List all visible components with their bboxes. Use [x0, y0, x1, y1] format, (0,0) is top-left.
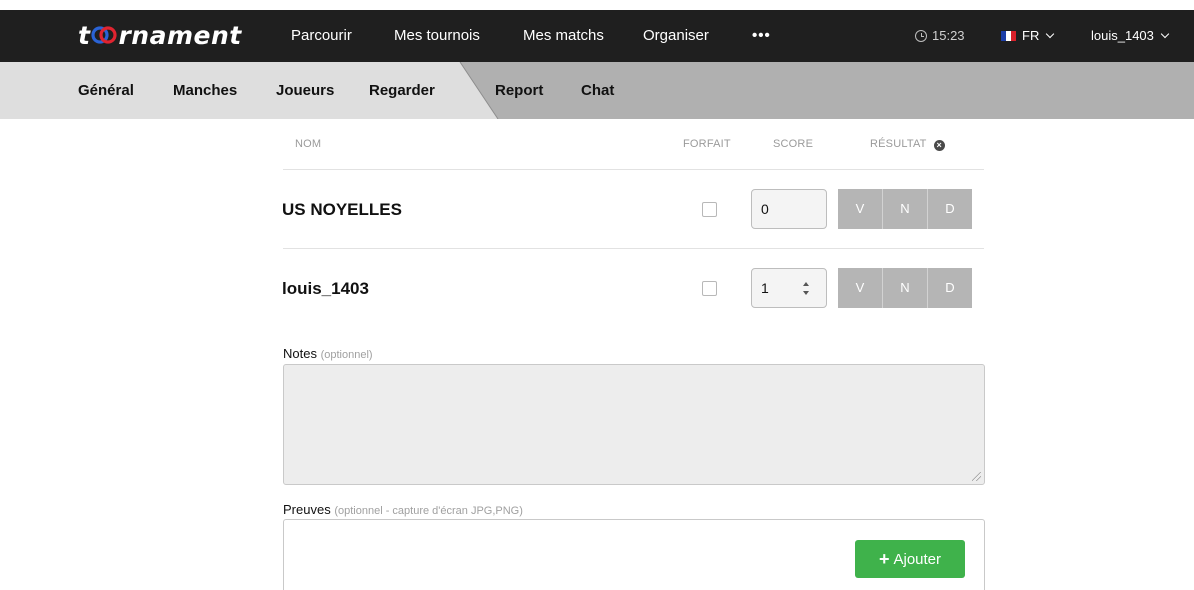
add-proof-label: Ajouter — [893, 551, 942, 568]
result-loss-button[interactable]: D — [927, 268, 972, 308]
tab-regarder[interactable]: Regarder — [369, 62, 435, 119]
nav-parcourir[interactable]: Parcourir — [291, 10, 352, 62]
resize-grip-icon[interactable] — [972, 472, 981, 481]
result-buttons: V N D — [838, 189, 972, 229]
user-name: louis_1403 — [1091, 28, 1154, 43]
language-code: FR — [1022, 28, 1040, 43]
tab-report[interactable]: Report — [495, 62, 543, 119]
tournament-logo[interactable]: t rnament — [78, 20, 242, 50]
france-flag-icon — [1001, 31, 1016, 41]
proofs-label: Preuves (optionnel - capture d'écran JPG… — [283, 502, 523, 517]
result-draw-button[interactable]: N — [882, 189, 927, 229]
team-name: US NOYELLES — [282, 200, 402, 219]
notes-label: Notes (optionnel) — [283, 346, 373, 361]
clock: 15:23 — [915, 10, 965, 62]
row-divider — [283, 248, 984, 249]
clear-result-icon[interactable]: × — [933, 140, 945, 151]
logo-suffix: rnament — [118, 20, 242, 50]
notes-label-text: Notes — [283, 346, 317, 361]
score-value: 1 — [761, 280, 769, 296]
plus-icon: + — [878, 549, 890, 569]
chevron-down-icon — [1046, 29, 1055, 39]
language-selector[interactable]: FR — [1001, 10, 1055, 62]
forfeit-checkbox[interactable] — [702, 202, 717, 217]
score-stepper-icon[interactable] — [802, 281, 810, 297]
column-header-name: NOM — [295, 138, 322, 150]
more-menu-button[interactable]: ••• — [752, 10, 771, 62]
clock-icon — [915, 30, 927, 42]
result-win-button[interactable]: V — [838, 189, 882, 229]
match-tabs-bar: Général Manches Joueurs Regarder Report … — [0, 62, 1194, 119]
notes-textarea[interactable] — [283, 364, 985, 485]
score-input[interactable]: 1 — [751, 268, 827, 308]
clock-time: 15:23 — [932, 28, 965, 43]
logo-prefix: t — [78, 20, 91, 50]
tab-joueurs[interactable]: Joueurs — [276, 62, 334, 119]
user-menu[interactable]: louis_1403 — [1091, 10, 1170, 62]
tab-chat[interactable]: Chat — [581, 62, 614, 119]
add-proof-button[interactable]: + Ajouter — [855, 540, 965, 578]
team-name: louis_1403 — [282, 279, 369, 298]
nav-mes-matchs[interactable]: Mes matchs — [523, 10, 604, 62]
logo-rings-icon — [91, 26, 118, 44]
notes-optional-hint: (optionnel) — [320, 349, 373, 361]
column-header-result: RÉSULTAT × — [870, 138, 945, 151]
top-navbar: t rnament Parcourir Mes tournois Mes mat… — [0, 10, 1194, 62]
column-header-result-label: RÉSULTAT — [870, 138, 927, 150]
column-header-score: SCORE — [773, 138, 814, 150]
chevron-down-icon — [1160, 29, 1170, 39]
tab-manches[interactable]: Manches — [173, 62, 237, 119]
tab-general[interactable]: Général — [78, 62, 134, 119]
proofs-label-text: Preuves — [283, 502, 331, 517]
score-input[interactable]: 0 — [751, 189, 827, 229]
result-loss-button[interactable]: D — [927, 189, 972, 229]
forfeit-checkbox[interactable] — [702, 281, 717, 296]
nav-mes-tournois[interactable]: Mes tournois — [394, 10, 480, 62]
result-win-button[interactable]: V — [838, 268, 882, 308]
proofs-optional-hint: (optionnel - capture d'écran JPG,PNG) — [334, 505, 523, 517]
result-buttons: V N D — [838, 268, 972, 308]
row-divider — [283, 169, 984, 170]
nav-organiser[interactable]: Organiser — [643, 10, 709, 62]
column-header-forfeit: FORFAIT — [683, 138, 731, 150]
result-draw-button[interactable]: N — [882, 268, 927, 308]
